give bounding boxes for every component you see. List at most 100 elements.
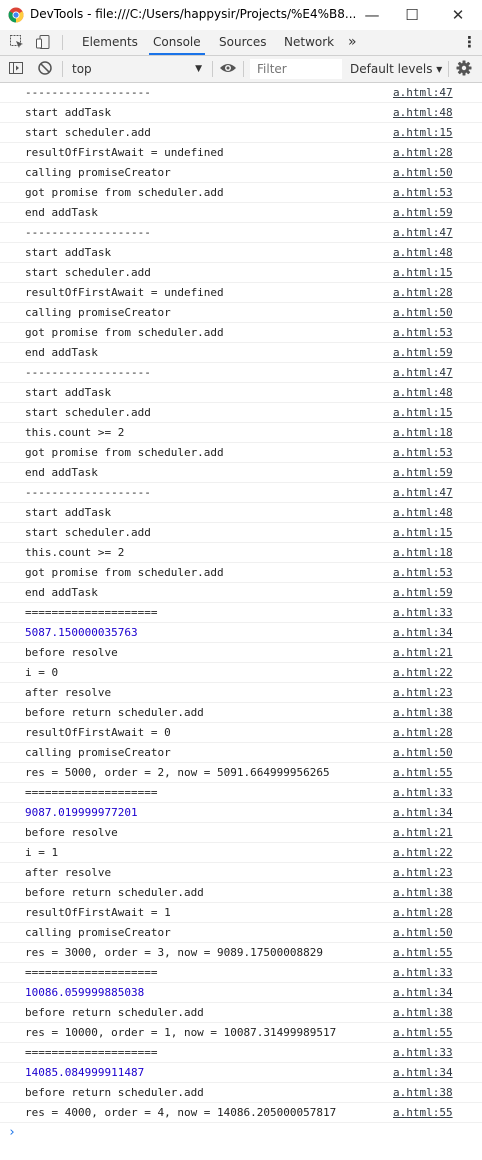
tab-elements[interactable]: Elements: [78, 30, 142, 55]
source-link[interactable]: a.html:47: [393, 486, 453, 499]
source-link[interactable]: a.html:59: [393, 206, 453, 219]
source-link[interactable]: a.html:33: [393, 606, 453, 619]
toolbar-divider: [212, 61, 213, 77]
source-link[interactable]: a.html:18: [393, 546, 453, 559]
source-link[interactable]: a.html:34: [393, 1066, 453, 1079]
console-message: before resolve a.html:21: [0, 823, 482, 843]
sidebar-toggle-icon[interactable]: [7, 59, 25, 77]
source-link[interactable]: a.html:48: [393, 246, 453, 259]
customize-menu-button[interactable]: ⋮: [458, 30, 481, 55]
console-prompt[interactable]: ›: [0, 1123, 482, 1145]
console-message: start scheduler.add a.html:15: [0, 523, 482, 543]
console-toolbar: top ▼ Default levels ▾: [0, 56, 482, 83]
source-link[interactable]: a.html:28: [393, 286, 453, 299]
console-message: res = 10000, order = 1, now = 10087.3149…: [0, 1023, 482, 1043]
minimize-button[interactable]: —: [352, 0, 392, 30]
source-link[interactable]: a.html:50: [393, 926, 453, 939]
console-message: ------------------- a.html:47: [0, 483, 482, 503]
source-link[interactable]: a.html:33: [393, 1046, 453, 1059]
source-link[interactable]: a.html:55: [393, 1106, 453, 1119]
source-link[interactable]: a.html:48: [393, 106, 453, 119]
source-link[interactable]: a.html:38: [393, 706, 453, 719]
gear-icon[interactable]: [455, 59, 473, 77]
console-message: before return scheduler.add a.html:38: [0, 1083, 482, 1103]
log-levels-dropdown[interactable]: Default levels ▾: [350, 59, 442, 79]
source-link[interactable]: a.html:33: [393, 966, 453, 979]
console-message: this.count >= 2 a.html:18: [0, 423, 482, 443]
source-link[interactable]: a.html:55: [393, 766, 453, 779]
clear-console-icon[interactable]: [36, 59, 54, 77]
devtools-tabbar: Elements Console Sources Network » ⋮: [0, 30, 482, 56]
console-message: start addTask a.html:48: [0, 383, 482, 403]
message-text: res = 3000, order = 3, now = 9089.175000…: [25, 946, 324, 959]
inspect-element-icon[interactable]: [8, 33, 26, 51]
source-link[interactable]: a.html:53: [393, 566, 453, 579]
source-link[interactable]: a.html:22: [393, 666, 453, 679]
console-output[interactable]: ------------------- a.html:47 start addTas…: [0, 83, 482, 1160]
source-link[interactable]: a.html:47: [393, 366, 453, 379]
close-button[interactable]: ✕: [438, 0, 478, 30]
source-link[interactable]: a.html:38: [393, 1086, 453, 1099]
source-link[interactable]: a.html:28: [393, 146, 453, 159]
tab-sources[interactable]: Sources: [215, 30, 270, 55]
source-link[interactable]: a.html:53: [393, 326, 453, 339]
source-link[interactable]: a.html:15: [393, 266, 453, 279]
prompt-chevron-icon: ›: [8, 1125, 16, 1140]
console-message: before return scheduler.add a.html:38: [0, 1003, 482, 1023]
console-message: 10086.059999885038 a.html:34: [0, 983, 482, 1003]
source-link[interactable]: a.html:28: [393, 906, 453, 919]
source-link[interactable]: a.html:18: [393, 426, 453, 439]
source-link[interactable]: a.html:15: [393, 526, 453, 539]
source-link[interactable]: a.html:50: [393, 306, 453, 319]
source-link[interactable]: a.html:59: [393, 586, 453, 599]
source-link[interactable]: a.html:48: [393, 386, 453, 399]
source-link[interactable]: a.html:53: [393, 446, 453, 459]
console-message: ------------------- a.html:47: [0, 363, 482, 383]
tab-console[interactable]: Console: [149, 30, 205, 55]
more-tabs-button[interactable]: »: [344, 30, 361, 55]
source-link[interactable]: a.html:38: [393, 1006, 453, 1019]
source-link[interactable]: a.html:22: [393, 846, 453, 859]
source-link[interactable]: a.html:21: [393, 646, 453, 659]
maximize-button[interactable]: ☐: [392, 0, 432, 30]
source-link[interactable]: a.html:59: [393, 466, 453, 479]
source-link[interactable]: a.html:15: [393, 406, 453, 419]
source-link[interactable]: a.html:15: [393, 126, 453, 139]
message-text: resultOfFirstAwait = 0: [25, 726, 171, 739]
device-toolbar-icon[interactable]: [34, 33, 52, 51]
console-message: end addTask a.html:59: [0, 343, 482, 363]
source-link[interactable]: a.html:47: [393, 226, 453, 239]
source-link[interactable]: a.html:34: [393, 806, 453, 819]
source-link[interactable]: a.html:23: [393, 866, 453, 879]
message-text: i = 1: [25, 846, 59, 859]
message-text: -------------------: [25, 486, 151, 499]
message-text: before return scheduler.add: [25, 1086, 204, 1099]
source-link[interactable]: a.html:55: [393, 946, 453, 959]
message-text: calling promiseCreator: [25, 166, 171, 179]
source-link[interactable]: a.html:48: [393, 506, 453, 519]
source-link[interactable]: a.html:50: [393, 746, 453, 759]
message-text: -------------------: [25, 366, 151, 379]
source-link[interactable]: a.html:53: [393, 186, 453, 199]
context-selector[interactable]: top ▼: [66, 59, 206, 79]
eye-icon[interactable]: [219, 59, 237, 77]
source-link[interactable]: a.html:34: [393, 986, 453, 999]
console-message: ==================== a.html:33: [0, 603, 482, 623]
source-link[interactable]: a.html:59: [393, 346, 453, 359]
source-link[interactable]: a.html:47: [393, 86, 453, 99]
filter-input[interactable]: [250, 59, 342, 79]
message-text: this.count >= 2: [25, 546, 125, 559]
source-link[interactable]: a.html:34: [393, 626, 453, 639]
source-link[interactable]: a.html:28: [393, 726, 453, 739]
message-text: got promise from scheduler.add: [25, 326, 224, 339]
source-link[interactable]: a.html:21: [393, 826, 453, 839]
source-link[interactable]: a.html:55: [393, 1026, 453, 1039]
tab-network[interactable]: Network: [280, 30, 338, 55]
console-message: ==================== a.html:33: [0, 1043, 482, 1063]
source-link[interactable]: a.html:38: [393, 886, 453, 899]
console-message: ==================== a.html:33: [0, 783, 482, 803]
source-link[interactable]: a.html:23: [393, 686, 453, 699]
console-message: 5087.150000035763 a.html:34: [0, 623, 482, 643]
source-link[interactable]: a.html:50: [393, 166, 453, 179]
source-link[interactable]: a.html:33: [393, 786, 453, 799]
